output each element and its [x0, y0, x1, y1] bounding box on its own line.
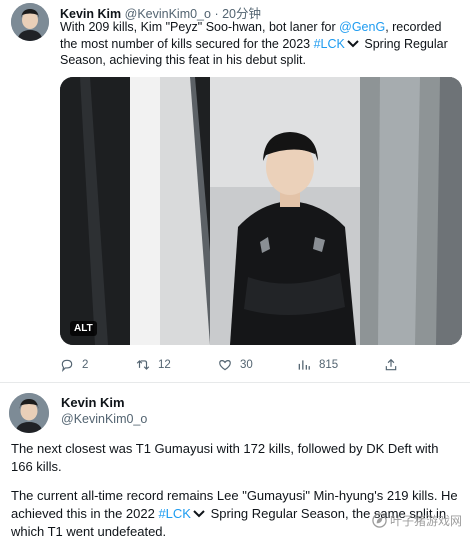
tweet-photo[interactable]: ALT [60, 77, 462, 345]
share-button[interactable] [384, 356, 406, 374]
share-icon [385, 358, 397, 371]
retweet-count: 12 [158, 359, 171, 371]
reply-button[interactable]: 2 [60, 356, 88, 374]
leaf-icon [372, 513, 387, 528]
author-name[interactable]: Kevin Kim [61, 395, 125, 410]
tweet-2[interactable]: Kevin Kim @KevinKim0_o The next closest … [0, 383, 470, 540]
views-button[interactable]: 815 [297, 356, 338, 374]
retweet-button[interactable]: 12 [136, 356, 171, 374]
watermark: 叶子猪游戏网 [372, 512, 462, 529]
tweet-paragraph: The next closest was T1 Gumayusi with 17… [11, 441, 439, 474]
reply-icon [61, 359, 73, 372]
chevron-down-icon [347, 39, 359, 48]
like-icon [219, 360, 231, 371]
tweet-1[interactable]: Kevin Kim @KevinKim0_o · 20分钟 With 209 k… [0, 0, 470, 382]
hashtag-link[interactable]: #LCK [158, 506, 191, 521]
like-button[interactable]: 30 [218, 356, 253, 374]
hashtag-link[interactable]: #LCK [314, 37, 345, 51]
like-count: 30 [240, 359, 253, 371]
tweet-text: With 209 kills, Kim "Peyz" Soo-hwan, bot… [60, 19, 462, 69]
views-icon [298, 360, 310, 370]
tweet-text-part: With 209 kills, Kim "Peyz" Soo-hwan, bot… [60, 20, 340, 34]
watermark-text: 叶子猪游戏网 [389, 514, 462, 528]
tweet-actions: 2 12 30 815 [60, 356, 462, 374]
chevron-down-icon [193, 510, 205, 518]
avatar[interactable] [9, 393, 49, 433]
views-count: 815 [319, 359, 339, 371]
retweet-icon [136, 360, 150, 370]
avatar[interactable] [11, 3, 49, 41]
mention-link[interactable]: @GenG [339, 20, 385, 34]
reply-count: 2 [82, 359, 89, 371]
author-handle[interactable]: @KevinKim0_o [61, 412, 147, 426]
alt-badge[interactable]: ALT [70, 321, 97, 336]
